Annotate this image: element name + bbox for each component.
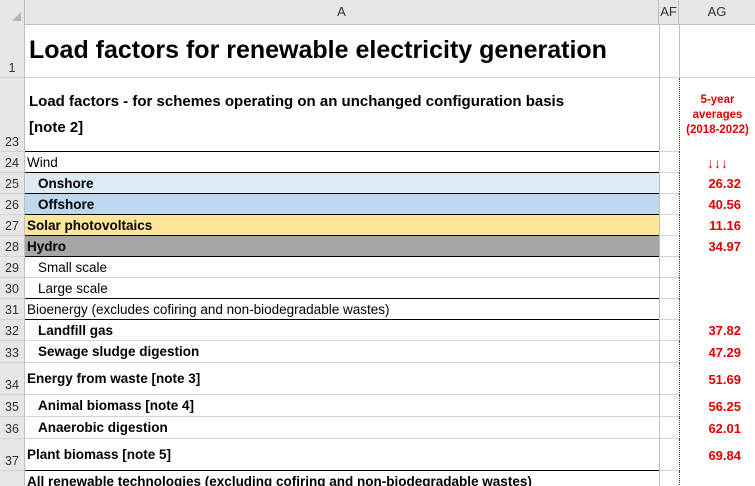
value-onshore[interactable]: 26.32	[679, 173, 755, 194]
row-header-25[interactable]: 25	[0, 173, 25, 194]
cell-af-36[interactable]	[659, 417, 679, 439]
row-label-sewage-sludge[interactable]: Sewage sludge digestion	[25, 341, 659, 363]
cell-af-32[interactable]	[659, 320, 679, 341]
row-header-27[interactable]: 27	[0, 215, 25, 236]
row-label-offshore[interactable]: Offshore	[25, 194, 659, 215]
cell-af-30[interactable]	[659, 278, 679, 299]
row-label-solar[interactable]: Solar photovoltaics	[25, 215, 659, 236]
cell-af-34[interactable]	[659, 363, 679, 395]
row-header-26[interactable]: 26	[0, 194, 25, 215]
row-header-35[interactable]: 35	[0, 395, 25, 417]
cell-ag-1[interactable]	[679, 24, 755, 78]
ag-header-line-1: 5-year	[700, 93, 735, 106]
value-energy-from-waste[interactable]: 51.69	[679, 363, 755, 395]
cell-af-1[interactable]	[659, 24, 679, 78]
ag-header-line-2: averages	[692, 108, 743, 121]
cell-af-24[interactable]	[659, 152, 679, 173]
cell-af-38[interactable]	[659, 471, 679, 486]
row-label-energy-from-waste[interactable]: Energy from waste [note 3]	[25, 363, 659, 395]
row-label-hydro[interactable]: Hydro	[25, 236, 659, 257]
row-label-plant-biomass[interactable]: Plant biomass [note 5]	[25, 439, 659, 471]
row-header-37[interactable]: 37	[0, 439, 25, 471]
value-large-scale[interactable]	[679, 278, 755, 299]
select-all-corner[interactable]	[0, 0, 25, 24]
cell-af-25[interactable]	[659, 173, 679, 194]
row-label-onshore[interactable]: Onshore	[25, 173, 659, 194]
row-label-landfill-gas[interactable]: Landfill gas	[25, 320, 659, 341]
ag-header-cell[interactable]: 5-year averages (2018-2022)	[679, 78, 755, 152]
cell-af-28[interactable]	[659, 236, 679, 257]
row-label-wind[interactable]: Wind	[25, 152, 659, 173]
row-header-29[interactable]: 29	[0, 257, 25, 278]
column-header-ag[interactable]: AG	[679, 0, 755, 24]
cell-af-29[interactable]	[659, 257, 679, 278]
cell-af-35[interactable]	[659, 395, 679, 417]
value-anaerobic-digestion[interactable]: 62.01	[679, 417, 755, 439]
subtitle-cell[interactable]: Load factors - for schemes operating on …	[25, 78, 659, 152]
row-label-anaerobic-digestion[interactable]: Anaerobic digestion	[25, 417, 659, 439]
row-header-1[interactable]: 1	[0, 24, 25, 78]
ag-header-line-3: (2018-2022)	[686, 123, 749, 136]
row-label-all-renewables[interactable]: All renewable technologies (excluding co…	[25, 471, 659, 486]
row-header-33[interactable]: 33	[0, 341, 25, 363]
value-all-renewables[interactable]	[679, 471, 755, 486]
row-label-bioenergy[interactable]: Bioenergy (excludes cofiring and non-bio…	[25, 299, 659, 320]
row-header-31[interactable]: 31	[0, 299, 25, 320]
row-label-small-scale[interactable]: Small scale	[25, 257, 659, 278]
row-header-23[interactable]: 23	[0, 78, 25, 152]
value-offshore[interactable]: 40.56	[679, 194, 755, 215]
row-label-animal-biomass[interactable]: Animal biomass [note 4]	[25, 395, 659, 417]
value-solar[interactable]: 11.16	[679, 215, 755, 236]
row-header-38[interactable]: 38	[0, 471, 25, 486]
cell-af-27[interactable]	[659, 215, 679, 236]
row-header-34[interactable]: 34	[0, 363, 25, 395]
column-header-af[interactable]: AF	[659, 0, 679, 24]
value-plant-biomass[interactable]: 69.84	[679, 439, 755, 471]
value-hydro[interactable]: 34.97	[679, 236, 755, 257]
subtitle-line-1: Load factors - for schemes operating on …	[29, 92, 565, 110]
value-sewage-sludge[interactable]: 47.29	[679, 341, 755, 363]
subtitle-line-2: [note 2]	[29, 118, 84, 136]
cell-af-26[interactable]	[659, 194, 679, 215]
select-all-triangle-icon	[12, 12, 21, 21]
row-header-28[interactable]: 28	[0, 236, 25, 257]
row-header-32[interactable]: 32	[0, 320, 25, 341]
down-arrows-icon: ↓↓↓	[679, 152, 755, 173]
row-header-24[interactable]: 24	[0, 152, 25, 173]
row-label-large-scale[interactable]: Large scale	[25, 278, 659, 299]
cell-af-23[interactable]	[659, 78, 679, 152]
value-animal-biomass[interactable]: 56.25	[679, 395, 755, 417]
row-header-36[interactable]: 36	[0, 417, 25, 439]
page-title[interactable]: Load factors for renewable electricity g…	[25, 24, 659, 78]
value-bioenergy[interactable]	[679, 299, 755, 320]
value-landfill-gas[interactable]: 37.82	[679, 320, 755, 341]
cell-af-37[interactable]	[659, 439, 679, 471]
cell-af-31[interactable]	[659, 299, 679, 320]
cell-af-33[interactable]	[659, 341, 679, 363]
row-header-30[interactable]: 30	[0, 278, 25, 299]
column-header-a[interactable]: A	[25, 0, 659, 24]
value-small-scale[interactable]	[679, 257, 755, 278]
spreadsheet: A AF AG 1 Load factors for renewable ele…	[0, 0, 755, 486]
